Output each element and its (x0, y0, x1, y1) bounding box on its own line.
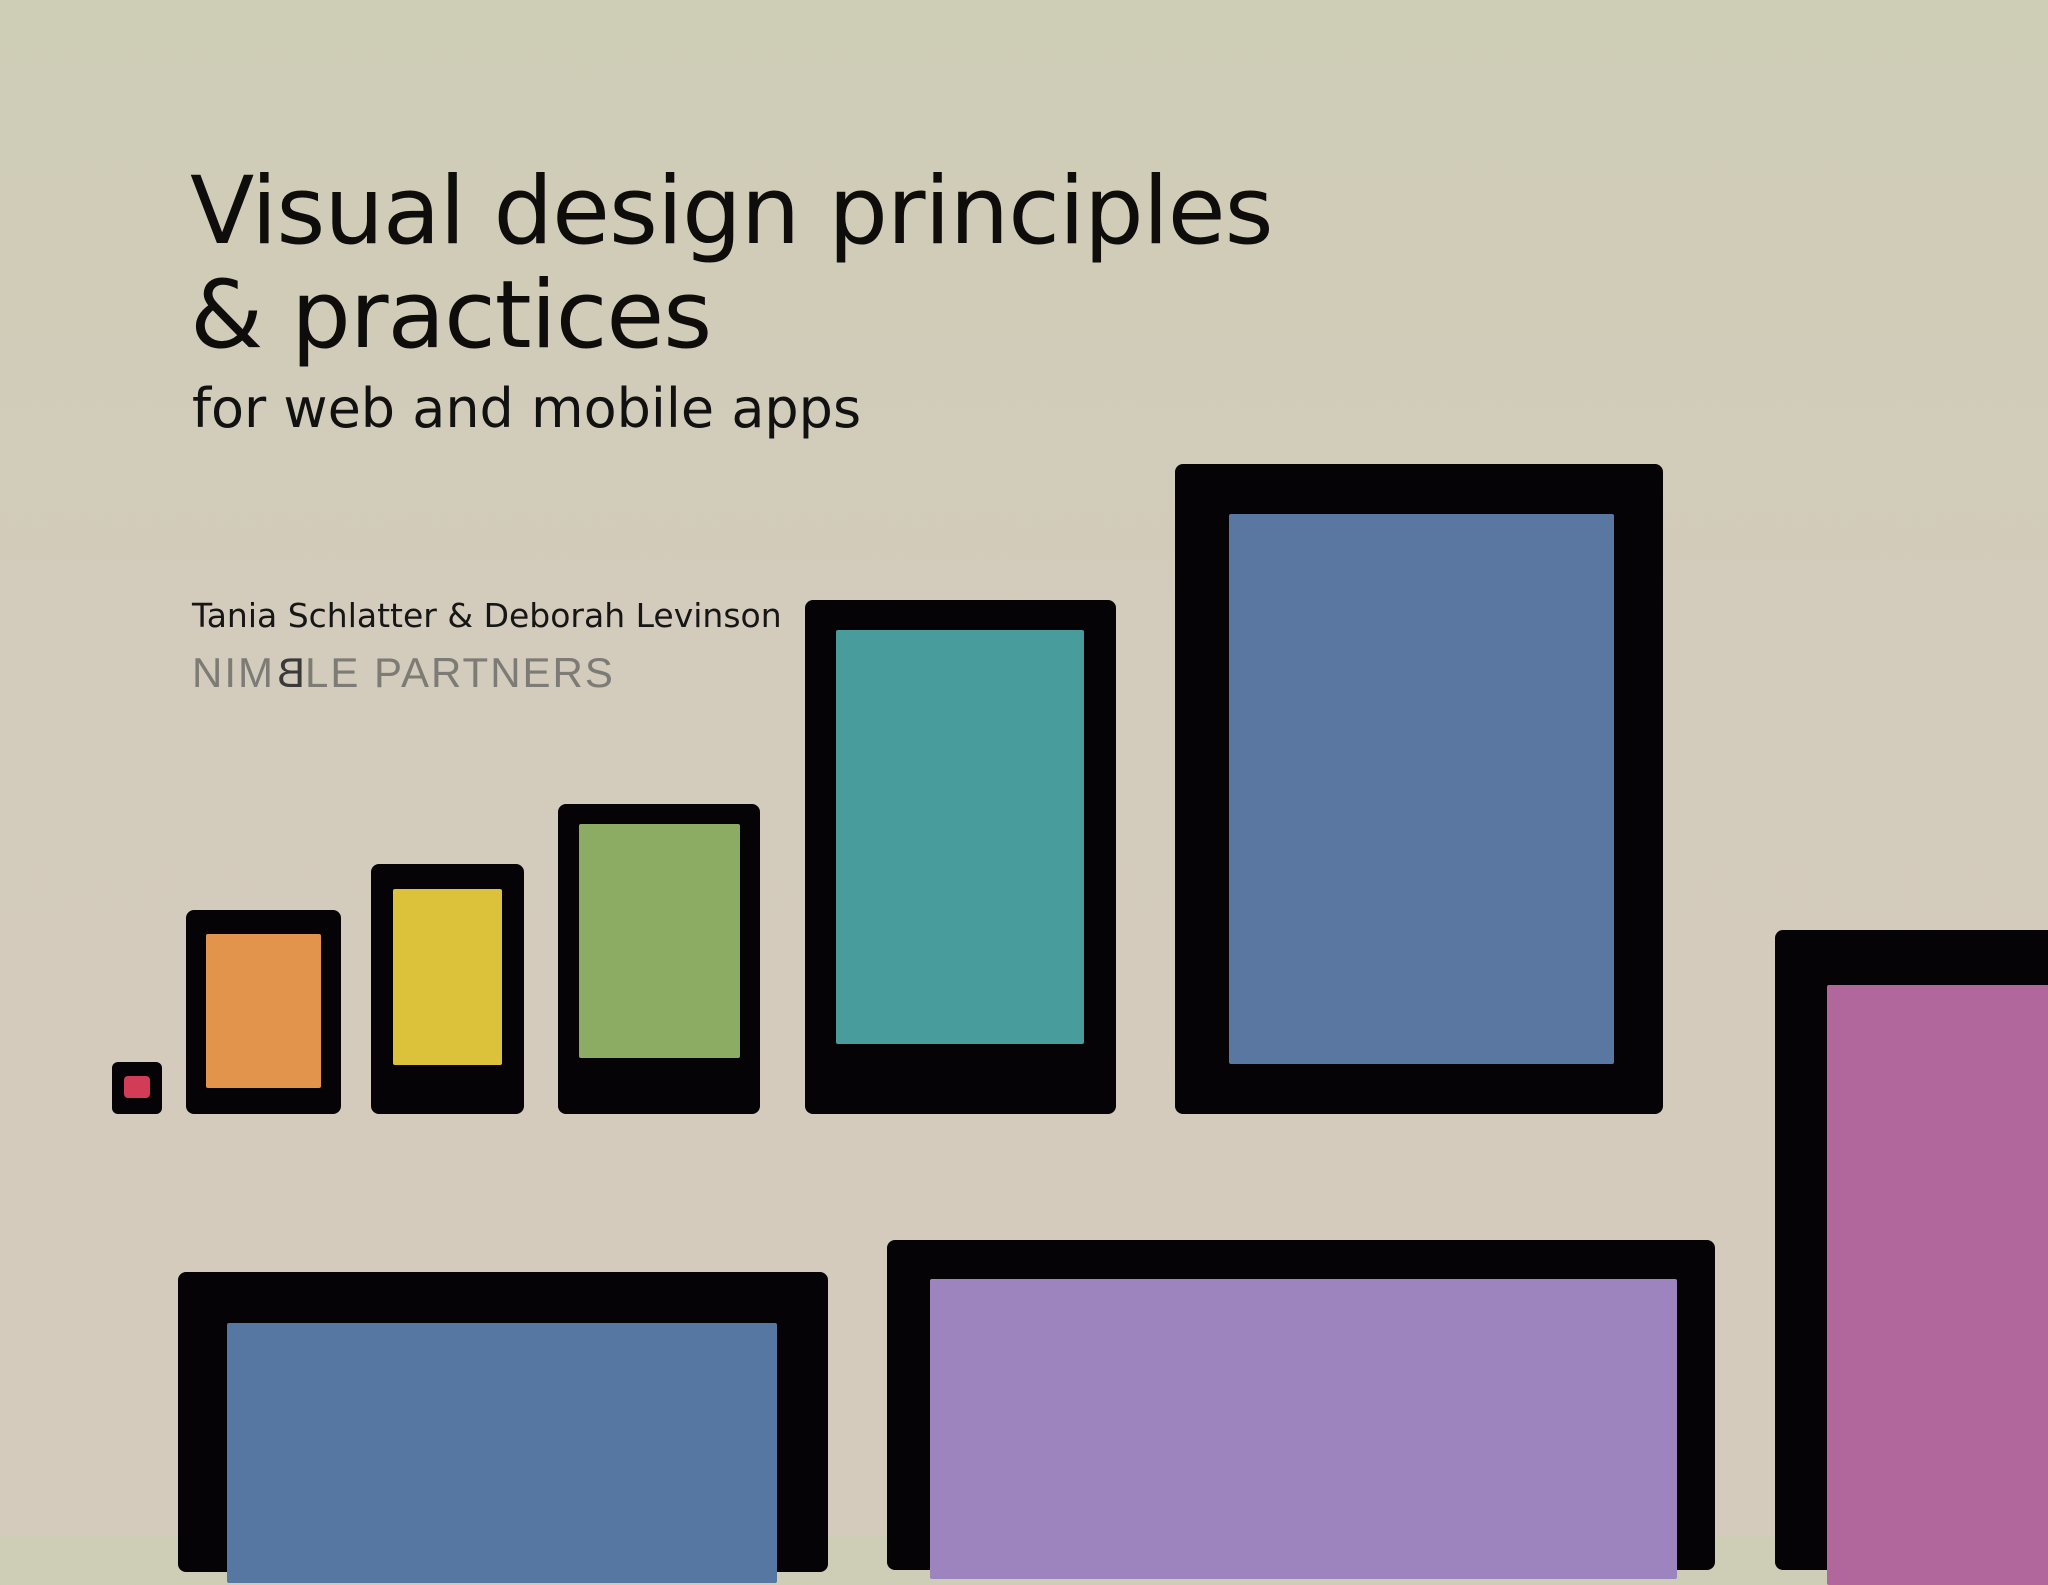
phone-device (371, 864, 524, 1114)
laptop-device (178, 1272, 828, 1583)
tablet-screen (1229, 514, 1614, 1064)
phone-screen (393, 889, 502, 1065)
watch-device (112, 1062, 162, 1114)
large-display-screen (1827, 985, 2048, 1585)
small-tablet-device (805, 600, 1116, 1114)
laptop-screen (227, 1323, 777, 1583)
publisher-logo-part-1: NIM (192, 649, 275, 696)
desktop-monitor-screen (930, 1279, 1677, 1579)
watch-screen (124, 1076, 150, 1098)
publisher-logo-part-2: LE PARTNERS (305, 649, 615, 696)
tablet-device (1175, 464, 1663, 1114)
large-display-device (1775, 930, 2048, 1585)
cover-title-line-2: & practices (190, 261, 712, 370)
publisher-logo: NIMBLE PARTNERS (192, 648, 615, 698)
cover-title-line-1: Visual design principles (190, 157, 1274, 266)
cover-subtitle: for web and mobile apps (192, 377, 862, 440)
small-phone-screen (206, 934, 321, 1088)
small-tablet-screen (836, 630, 1084, 1044)
cover-authors: Tania Schlatter & Deborah Levinson (192, 596, 782, 635)
small-phone-device (186, 910, 341, 1114)
large-phone-screen (579, 824, 740, 1058)
desktop-monitor-device (887, 1240, 1715, 1579)
cover-title: Visual design principles & practices (190, 157, 1274, 370)
publisher-logo-mark: B (275, 649, 306, 696)
large-phone-device (558, 804, 760, 1114)
